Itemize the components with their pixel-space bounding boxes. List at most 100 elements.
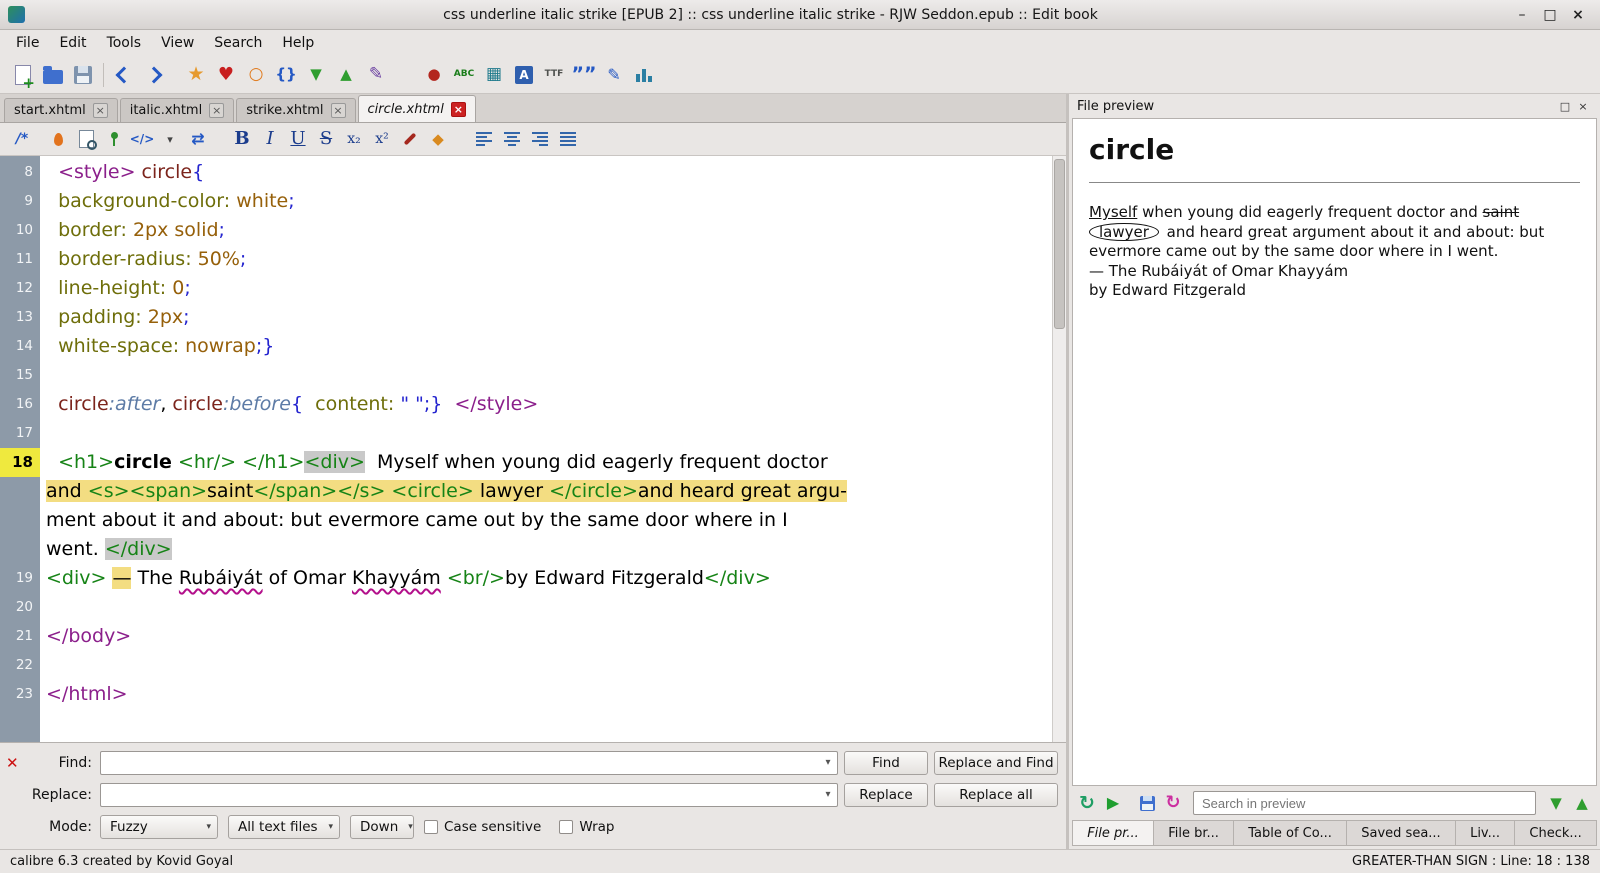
match-button[interactable] bbox=[44, 126, 72, 152]
code-line[interactable]: and <s><span>saint</span></s> <circle> l… bbox=[0, 477, 1052, 506]
new-file-button[interactable] bbox=[8, 60, 38, 91]
search-down-button[interactable]: ▼ bbox=[1543, 790, 1569, 816]
code-tag-button[interactable]: </> bbox=[128, 126, 156, 152]
foreground-color-button[interactable] bbox=[396, 126, 424, 152]
tab-close-icon[interactable]: × bbox=[209, 103, 225, 118]
sync-button[interactable]: ○ bbox=[241, 60, 271, 90]
code-line[interactable]: 10 border: 2px solid; bbox=[0, 216, 1052, 245]
braces-button[interactable]: {} bbox=[271, 60, 301, 90]
tab-start.xhtml[interactable]: start.xhtml × bbox=[4, 98, 118, 122]
tab-close-icon[interactable]: × bbox=[92, 103, 108, 118]
table-button[interactable]: ▦ bbox=[479, 60, 509, 90]
menu-search[interactable]: Search bbox=[204, 32, 272, 54]
strikethrough-button[interactable]: S bbox=[312, 126, 340, 152]
panel-tab-check[interactable]: Check... bbox=[1515, 820, 1597, 846]
code-line[interactable]: 12 line-height: 0; bbox=[0, 274, 1052, 303]
code-line[interactable]: 14 white-space: nowrap;} bbox=[0, 332, 1052, 361]
code-line[interactable]: went. </div> bbox=[0, 535, 1052, 564]
wrap-checkbox[interactable]: Wrap bbox=[559, 819, 615, 835]
menu-tools[interactable]: Tools bbox=[97, 32, 152, 54]
replace-and-find-button[interactable]: Replace and Find bbox=[934, 750, 1058, 775]
swap-button[interactable]: ⇄ bbox=[184, 126, 212, 152]
tab-circle.xhtml[interactable]: circle.xhtml × bbox=[357, 95, 476, 122]
replace-all-button[interactable]: Replace all bbox=[934, 782, 1058, 807]
align-center-button[interactable] bbox=[498, 126, 526, 152]
insert-snippet-button[interactable] bbox=[100, 126, 128, 152]
panel-tab-tableofco[interactable]: Table of Co... bbox=[1234, 820, 1348, 846]
code-line[interactable]: 23 </html> bbox=[0, 680, 1052, 709]
run-preview-button[interactable]: ▶ bbox=[1100, 790, 1126, 816]
panel-tab-filebr[interactable]: File br... bbox=[1154, 820, 1235, 846]
save-preview-button[interactable] bbox=[1134, 790, 1160, 816]
panel-tab-filepr[interactable]: File pr... bbox=[1072, 820, 1155, 846]
tab-close-icon[interactable]: × bbox=[450, 101, 466, 117]
tab-strike.xhtml[interactable]: strike.xhtml × bbox=[236, 98, 356, 122]
smarten-punctuation-button[interactable]: ”” bbox=[569, 60, 599, 90]
code-tag-dropdown-button[interactable]: ▾ bbox=[156, 126, 184, 152]
code-line[interactable]: 8 <style> circle{ bbox=[0, 158, 1052, 187]
panel-tab-liv[interactable]: Liv... bbox=[1455, 820, 1516, 846]
maximize-button[interactable]: □ bbox=[1536, 7, 1564, 23]
case-sensitive-checkbox[interactable]: Case sensitive bbox=[424, 819, 541, 835]
close-panel-icon[interactable]: × bbox=[1574, 100, 1592, 113]
italic-button[interactable]: I bbox=[256, 126, 284, 152]
find-button[interactable]: Find bbox=[844, 750, 928, 775]
code-line[interactable]: 22 bbox=[0, 651, 1052, 680]
close-button[interactable]: × bbox=[1564, 7, 1592, 23]
forward-button[interactable] bbox=[139, 60, 169, 90]
subset-fonts-button[interactable]: TTF bbox=[539, 60, 569, 90]
quill-button[interactable]: ✎ bbox=[361, 60, 391, 90]
code-line[interactable]: 17 bbox=[0, 419, 1052, 448]
menu-edit[interactable]: Edit bbox=[49, 32, 96, 54]
code-line[interactable]: 13 padding: 2px; bbox=[0, 303, 1052, 332]
code-line[interactable]: 18 <h1>circle <hr/> </h1><div> Myself wh… bbox=[0, 448, 1052, 477]
superscript-button[interactable]: x² bbox=[368, 126, 396, 152]
preview-search-input[interactable] bbox=[1193, 791, 1536, 815]
minimize-button[interactable]: – bbox=[1508, 7, 1536, 23]
code-editor[interactable]: 8 <style> circle{9 background-color: whi… bbox=[0, 156, 1066, 743]
direction-select[interactable]: Down ▾ bbox=[350, 814, 414, 839]
code-line[interactable]: 20 bbox=[0, 593, 1052, 622]
subscript-button[interactable]: x₂ bbox=[340, 126, 368, 152]
tab-italic.xhtml[interactable]: italic.xhtml × bbox=[119, 98, 235, 122]
manage-fonts-button[interactable]: A bbox=[509, 60, 539, 90]
arrow-down-button[interactable]: ▼ bbox=[301, 60, 331, 90]
background-color-button[interactable]: ◆ bbox=[424, 126, 452, 152]
refresh-preview-button[interactable]: ↻ bbox=[1074, 790, 1100, 816]
donate-heart-button[interactable]: ♥ bbox=[211, 60, 241, 90]
code-line[interactable]: 11 border-radius: 50%; bbox=[0, 245, 1052, 274]
scope-select[interactable]: All text files ▾ bbox=[228, 814, 340, 839]
code-line[interactable]: 15 bbox=[0, 361, 1052, 390]
mode-select[interactable]: Fuzzy ▾ bbox=[100, 814, 218, 839]
fix-html-button[interactable]: ✎ bbox=[599, 60, 629, 90]
float-panel-icon[interactable]: □ bbox=[1556, 100, 1574, 113]
find-input[interactable] bbox=[101, 752, 819, 773]
check-book-button[interactable]: ● bbox=[419, 60, 449, 90]
spellcheck-button[interactable]: ABC bbox=[449, 60, 479, 90]
comment-button[interactable]: /* bbox=[8, 126, 36, 152]
replace-input[interactable] bbox=[101, 784, 819, 805]
open-book-button[interactable] bbox=[38, 60, 68, 90]
reload-button[interactable]: ↻ bbox=[1160, 790, 1186, 816]
editor-scrollbar-thumb[interactable] bbox=[1054, 159, 1065, 329]
align-left-button[interactable] bbox=[470, 126, 498, 152]
editor-scrollbar[interactable] bbox=[1052, 156, 1066, 742]
search-up-button[interactable]: ▲ bbox=[1569, 790, 1595, 816]
tab-close-icon[interactable]: × bbox=[330, 103, 346, 118]
align-justify-button[interactable] bbox=[554, 126, 582, 152]
panel-tab-savedsea[interactable]: Saved sea... bbox=[1347, 820, 1456, 846]
code-line[interactable]: ment about it and about: but evermore ca… bbox=[0, 506, 1052, 535]
close-find-icon[interactable]: ✕ bbox=[6, 754, 28, 772]
arrow-up-button[interactable]: ▲ bbox=[331, 60, 361, 90]
menu-file[interactable]: File bbox=[6, 32, 49, 54]
bookmark-button[interactable]: ★ bbox=[181, 60, 211, 90]
align-right-button[interactable] bbox=[526, 126, 554, 152]
reports-button[interactable] bbox=[629, 60, 659, 90]
code-line[interactable]: 21 </body> bbox=[0, 622, 1052, 651]
search-file-button[interactable] bbox=[72, 126, 100, 152]
replace-button[interactable]: Replace bbox=[844, 782, 928, 807]
underline-button[interactable]: U bbox=[284, 126, 312, 152]
menu-view[interactable]: View bbox=[151, 32, 204, 54]
back-button[interactable] bbox=[109, 60, 139, 90]
save-button[interactable] bbox=[68, 60, 98, 90]
